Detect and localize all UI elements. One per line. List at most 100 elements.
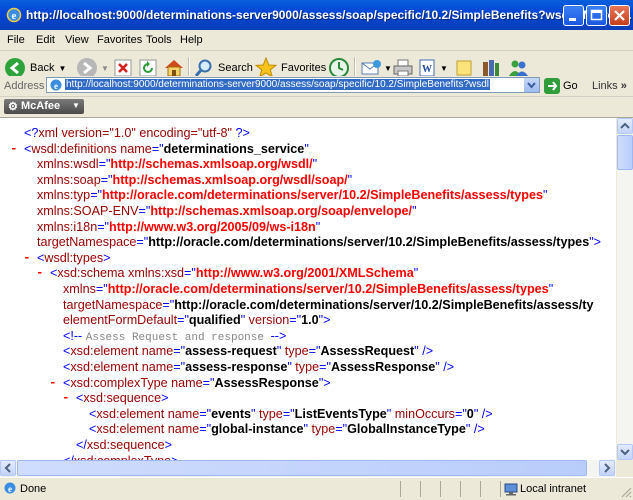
xml-token: http://oracle.com/determinations/server/… bbox=[107, 282, 549, 296]
horizontal-scroll-thumb[interactable] bbox=[17, 460, 587, 476]
xml-line: elementFormDefault="qualified" version="… bbox=[63, 313, 330, 328]
collapse-node-toggle[interactable]: - bbox=[49, 376, 57, 390]
xml-token: " bbox=[548, 282, 554, 296]
xml-token: xsd:element bbox=[96, 422, 165, 437]
xml-token: =" bbox=[308, 344, 321, 359]
xml-line: </xsd:sequence> bbox=[76, 438, 172, 453]
menu-tools[interactable]: Tools bbox=[146, 34, 172, 46]
mcafee-button[interactable]: ⚙ McAfee ▼ bbox=[4, 99, 84, 114]
address-input[interactable]: e http://localhost:9000/determinations-s… bbox=[46, 77, 540, 93]
refresh-icon bbox=[139, 59, 157, 77]
stop-icon bbox=[114, 59, 132, 77]
xml-token: " bbox=[315, 219, 321, 234]
collapse-node-toggle[interactable]: - bbox=[36, 266, 44, 280]
xml-token: name bbox=[164, 422, 200, 437]
xml-line: <xsd:element name="assess-request" type=… bbox=[63, 344, 433, 359]
xml-token: xsd:schema bbox=[57, 266, 125, 281]
xml-document-view: <?xml version="1.0" encoding="utf-8" ?> -… bbox=[0, 118, 616, 460]
resize-grip-icon[interactable] bbox=[620, 486, 632, 498]
xml-token: xsd:sequence bbox=[86, 438, 165, 452]
collapse-node-toggle[interactable]: - bbox=[23, 251, 31, 265]
menu-file[interactable]: File bbox=[7, 34, 25, 46]
xml-token: events bbox=[211, 406, 252, 421]
xml-token: =" bbox=[335, 422, 348, 437]
chevron-up-icon bbox=[620, 122, 630, 129]
xml-token: =" bbox=[100, 172, 113, 187]
back-label: Back bbox=[30, 62, 55, 74]
xml-token: http://oracle.com/determinations/server/… bbox=[102, 188, 543, 203]
chevron-down-icon bbox=[620, 449, 630, 456]
back-dropdown-icon[interactable]: ▼ bbox=[58, 64, 66, 73]
mcafee-toolbar: ⚙ McAfee ▼ bbox=[0, 97, 633, 118]
menu-favorites[interactable]: Favorites bbox=[97, 34, 142, 46]
page-icon: e bbox=[50, 79, 62, 91]
xml-token: AssessRequest bbox=[320, 344, 415, 359]
status-divider bbox=[480, 481, 481, 497]
scroll-down-button[interactable] bbox=[617, 444, 633, 460]
xml-token: minOccurs bbox=[391, 406, 455, 421]
search-icon bbox=[194, 59, 212, 77]
xml-token: =" bbox=[202, 375, 215, 390]
status-divider bbox=[500, 481, 501, 497]
xml-token: " bbox=[412, 204, 417, 218]
go-button[interactable]: Go bbox=[544, 78, 578, 94]
svg-text:e: e bbox=[8, 484, 12, 494]
close-button[interactable] bbox=[609, 5, 630, 26]
vertical-scrollbar[interactable] bbox=[616, 118, 633, 460]
search-label: Search bbox=[218, 62, 253, 74]
title-bar[interactable]: e http://localhost:9000/determinations-s… bbox=[0, 0, 633, 30]
minimize-button[interactable] bbox=[563, 5, 584, 26]
xml-token: =" bbox=[136, 235, 149, 250]
xml-token: wsdl:types bbox=[44, 250, 104, 265]
window-title: http://localhost:9000/determinations-ser… bbox=[26, 8, 632, 22]
links-button[interactable]: Links » bbox=[592, 80, 627, 92]
xml-token: qualified bbox=[188, 313, 241, 328]
maximize-button[interactable] bbox=[586, 5, 607, 26]
security-zone-label: Local intranet bbox=[520, 483, 587, 495]
edit-dropdown-icon[interactable]: ▼ bbox=[440, 64, 448, 73]
xml-token: type bbox=[255, 406, 283, 421]
xml-token: http://schemas.xmlsoap.org/wsdl/ bbox=[110, 157, 313, 172]
xml-token: =" bbox=[289, 313, 302, 328]
close-icon bbox=[614, 10, 625, 21]
xml-token: type bbox=[307, 422, 336, 437]
menu-help[interactable]: Help bbox=[180, 34, 203, 46]
svg-text:e: e bbox=[12, 10, 17, 22]
collapse-node-toggle[interactable]: - bbox=[10, 142, 18, 156]
minimize-icon bbox=[569, 18, 576, 21]
address-url[interactable]: http://localhost:9000/determinations-ser… bbox=[65, 79, 491, 90]
forward-dropdown-icon[interactable]: ▼ bbox=[101, 64, 109, 73]
xml-token: http://schemas.xmlsoap.org/soap/envelope… bbox=[150, 204, 413, 218]
scroll-right-button[interactable] bbox=[599, 460, 615, 476]
xml-token: " bbox=[304, 141, 309, 156]
note-icon bbox=[456, 60, 472, 76]
xml-token: <!-- bbox=[63, 328, 86, 343]
xml-token: global-instance bbox=[211, 422, 304, 437]
messenger-icon bbox=[509, 60, 528, 76]
mcafee-shield-icon: ⚙ bbox=[8, 101, 18, 113]
xml-token: =" bbox=[184, 266, 196, 281]
maximize-icon bbox=[590, 9, 603, 21]
horizontal-scrollbar[interactable] bbox=[0, 460, 616, 477]
menu-edit[interactable]: Edit bbox=[36, 34, 55, 46]
xml-token: name bbox=[116, 141, 152, 156]
scroll-left-button[interactable] bbox=[0, 460, 16, 476]
xml-token: =" bbox=[282, 406, 295, 421]
xml-token: AssessResponse bbox=[330, 360, 436, 374]
mail-dropdown-icon[interactable]: ▼ bbox=[384, 64, 392, 73]
xml-token: xmlns:SOAP-ENV bbox=[37, 204, 139, 218]
address-dropdown-button[interactable] bbox=[524, 78, 539, 92]
svg-text:e: e bbox=[54, 81, 58, 91]
xml-line: <xsd:schema xmlns:xsd="http://www.w3.org… bbox=[50, 266, 418, 281]
vertical-scroll-thumb[interactable] bbox=[617, 135, 633, 170]
xml-token: xmlns:typ bbox=[37, 188, 91, 203]
menu-view[interactable]: View bbox=[65, 34, 89, 46]
chevron-right-icon: » bbox=[620, 80, 627, 92]
xml-token: type bbox=[281, 344, 309, 359]
collapse-node-toggle[interactable]: - bbox=[62, 391, 70, 405]
status-bar: e Done Local intranet bbox=[0, 477, 633, 500]
xml-token: assess-request bbox=[185, 344, 277, 359]
research-books-icon bbox=[483, 60, 499, 76]
xml-token: =" bbox=[95, 282, 108, 296]
scroll-up-button[interactable] bbox=[617, 118, 633, 134]
